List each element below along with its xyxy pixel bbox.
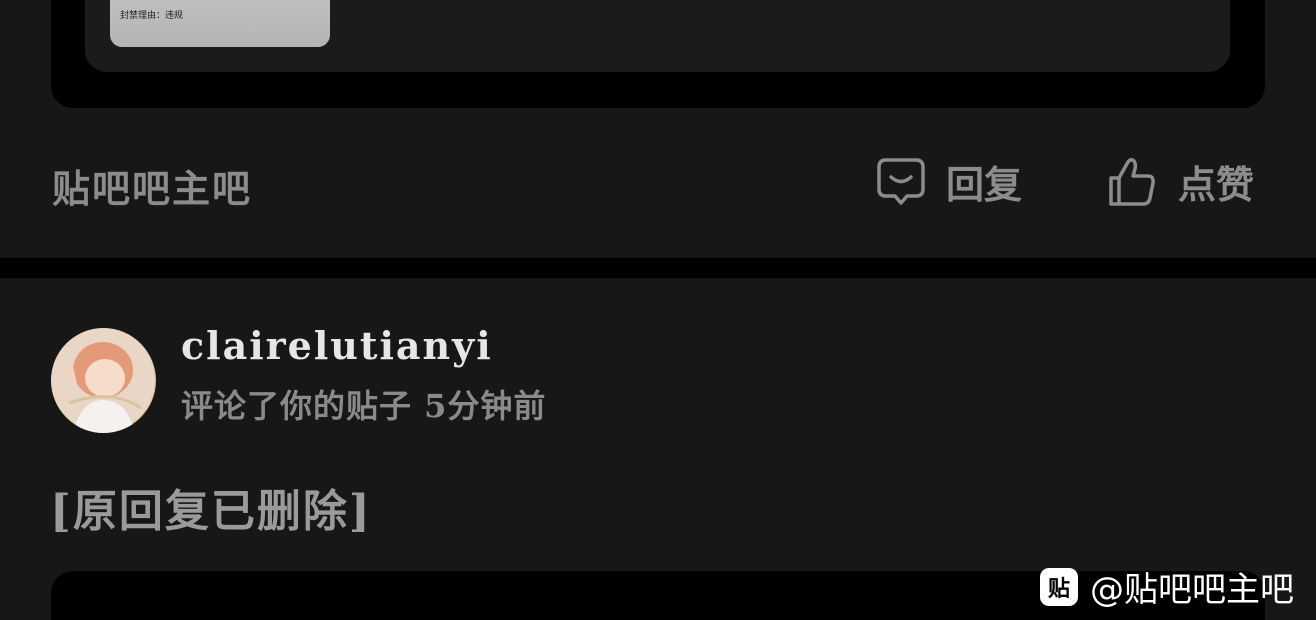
like-label: 点赞 [1178,162,1255,207]
reply-content: [原回复已删除] [50,486,372,537]
notification-feed: 封禁理由：违规 贴吧吧主吧 回复 点赞 clairelutianyi 评论了你的… [0,0,1316,620]
notification-meta: 评论了你的贴子 5分钟前 [181,387,547,425]
tieba-logo-icon: 贴 [1040,567,1078,606]
username[interactable]: clairelutianyi [181,323,493,368]
reply-label: 回复 [946,162,1023,207]
thumbs-up-icon [1106,156,1158,208]
section-divider [0,258,1316,278]
post-action-bar: 贴吧吧主吧 回复 点赞 [0,108,1316,258]
watermark: 贴 @贴吧吧主吧 [1040,562,1294,611]
ban-reason-text: 封禁理由：违规 [120,11,184,21]
reply-button[interactable]: 回复 [876,154,1022,209]
watermark-text: @贴吧吧主吧 [1090,570,1294,610]
user-avatar[interactable] [51,328,156,433]
forum-name-link[interactable]: 贴吧吧主吧 [52,158,252,213]
like-button[interactable]: 点赞 [1106,154,1254,209]
comment-bubble-icon [876,157,926,207]
ban-screenshot-thumbnail[interactable]: 封禁理由：违规 [110,0,330,47]
